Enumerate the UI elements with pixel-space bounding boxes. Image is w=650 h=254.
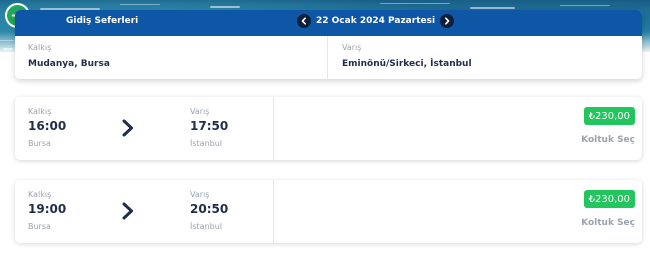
trip-arrival: Varış 17:50 İstanbul <box>190 107 228 148</box>
page-title: Gidiş Seferleri <box>66 16 139 26</box>
date-navigator: 22 Ocak 2024 Pazartesi <box>297 14 455 28</box>
arrival-label: Varış <box>342 43 362 52</box>
price-badge: ₺230,00 <box>583 190 635 208</box>
departure-time: 16:00 <box>28 119 67 133</box>
route-departure: Kalkış Mudanya, Bursa <box>28 43 110 69</box>
next-date-button[interactable] <box>440 14 455 28</box>
route-summary-card: Gidiş Seferleri 22 Ocak 2024 Pazartesi K… <box>15 10 642 79</box>
trip-departure: Kalkış 16:00 Bursa <box>28 107 66 148</box>
departure-time: 19:00 <box>28 202 67 216</box>
select-seat-button[interactable]: Koltuk Seç <box>581 135 635 145</box>
chevron-right-icon <box>122 202 133 220</box>
chevron-right-icon <box>445 17 450 25</box>
departure-value: Mudanya, Bursa <box>28 59 110 69</box>
route-header: Gidiş Seferleri 22 Ocak 2024 Pazartesi <box>15 10 642 36</box>
arrival-city: İstanbul <box>190 222 223 231</box>
departure-label: Kalkış <box>28 43 52 52</box>
arrival-label: Varış <box>190 107 210 116</box>
trip-card[interactable]: Kalkış 16:00 Bursa Varış 17:50 İstanbul … <box>15 97 642 160</box>
selected-date: 22 Ocak 2024 Pazartesi <box>316 16 436 26</box>
trip-departure: Kalkış 19:00 Bursa <box>28 190 66 231</box>
arrival-time: 20:50 <box>190 202 229 216</box>
previous-date-button[interactable] <box>297 14 311 28</box>
trip-card[interactable]: Kalkış 19:00 Bursa Varış 20:50 İstanbul … <box>15 180 642 243</box>
trip-arrival: Varış 20:50 İstanbul <box>190 190 228 231</box>
route-body: Kalkış Mudanya, Bursa Varış Eminönü/Sirk… <box>15 36 642 79</box>
route-arrival: Varış Eminönü/Sirkeci, İstanbul <box>342 43 472 69</box>
price-badge: ₺230,00 <box>583 107 635 125</box>
divider <box>273 97 274 160</box>
arrival-city: İstanbul <box>190 139 223 148</box>
divider <box>327 36 328 79</box>
departure-label: Kalkış <box>28 107 52 116</box>
arrival-time: 17:50 <box>190 119 229 133</box>
arrival-value: Eminönü/Sirkeci, İstanbul <box>342 59 472 69</box>
departure-label: Kalkış <box>28 190 52 199</box>
departure-city: Bursa <box>28 139 51 148</box>
select-seat-button[interactable]: Koltuk Seç <box>581 218 635 228</box>
chevron-left-icon <box>301 17 306 25</box>
arrival-label: Varış <box>190 190 210 199</box>
departure-city: Bursa <box>28 222 51 231</box>
chevron-right-icon <box>122 119 133 137</box>
divider <box>273 180 274 243</box>
